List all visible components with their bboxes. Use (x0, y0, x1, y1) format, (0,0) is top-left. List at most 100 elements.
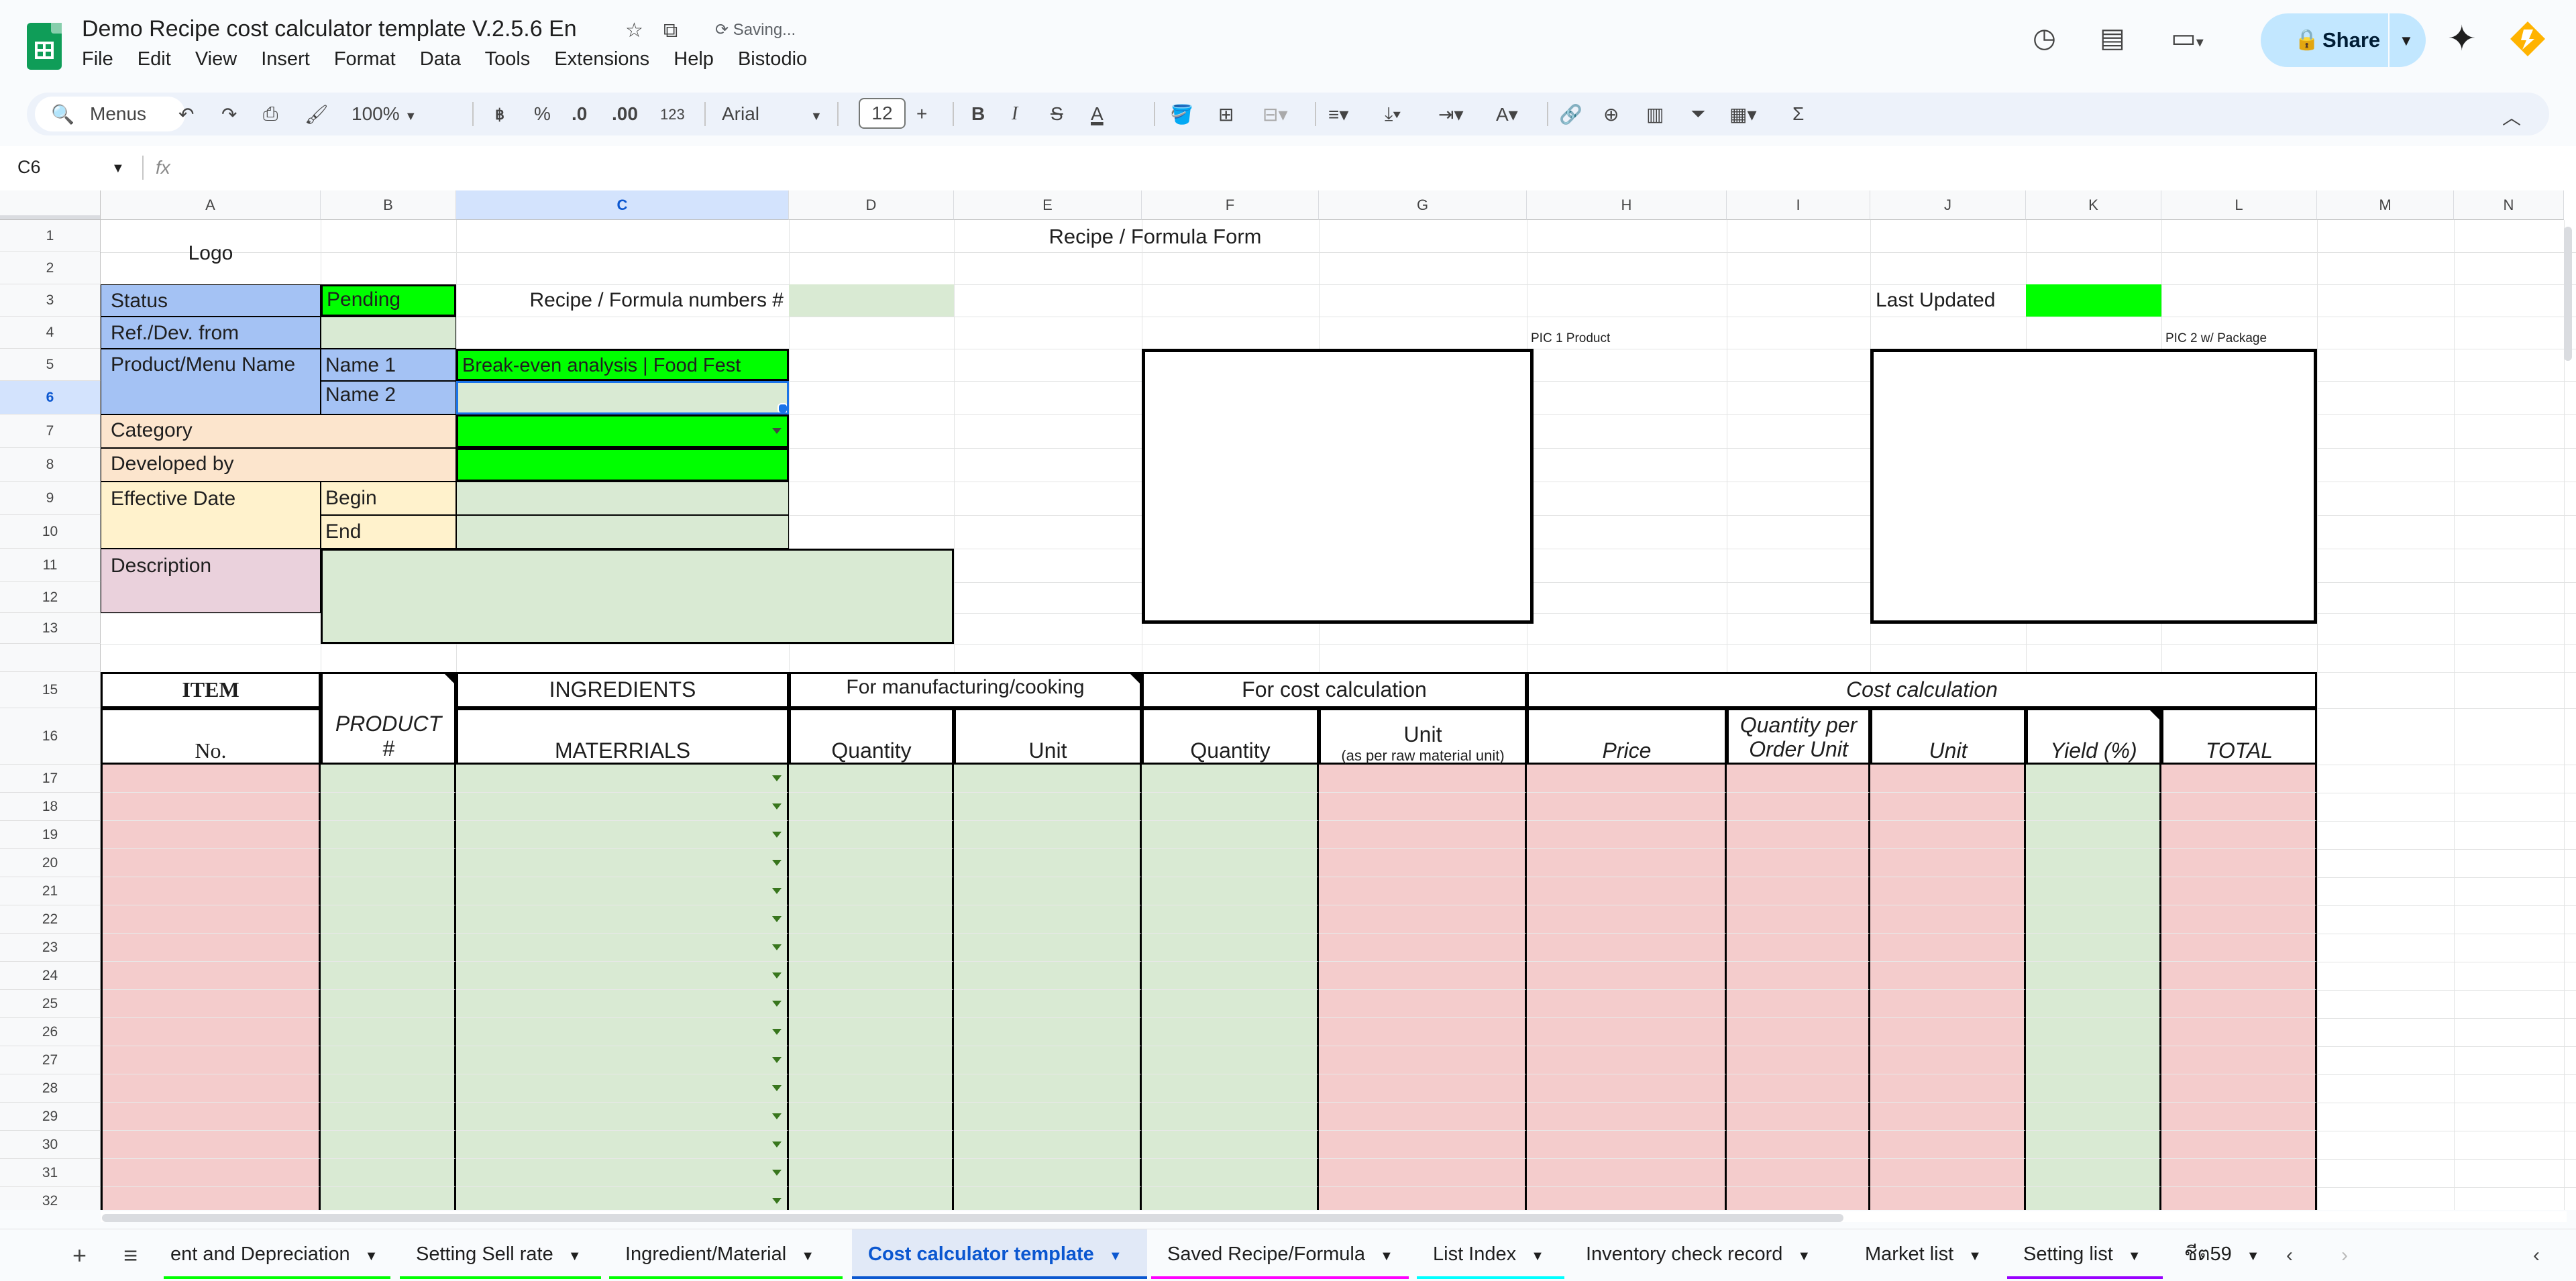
table-cell[interactable] (1142, 1046, 1319, 1074)
table-cell[interactable] (1142, 905, 1319, 934)
text-rotation-icon[interactable]: A▾ (1496, 103, 1518, 125)
developed-by-input[interactable] (456, 448, 789, 482)
table-cell[interactable] (1727, 1187, 1870, 1210)
insert-comment-icon[interactable]: ⊕ (1603, 103, 1619, 125)
table-cell[interactable] (1870, 934, 2026, 962)
dropdown-arrow-icon[interactable] (772, 972, 782, 979)
share-button[interactable]: 🔒 Share ▼ (2261, 13, 2426, 67)
table-cell[interactable] (456, 905, 789, 934)
table-cell[interactable] (789, 793, 954, 821)
tab-dropdown-icon[interactable]: ▼ (1531, 1249, 1544, 1264)
dropdown-arrow-icon[interactable] (772, 859, 782, 866)
product-name-label[interactable]: Product/Menu Name (101, 349, 321, 414)
scroll-tabs-right-icon[interactable]: › (2341, 1244, 2348, 1267)
row-header-16[interactable]: 16 (0, 708, 101, 765)
table-cell[interactable] (456, 793, 789, 821)
table-cell[interactable] (321, 877, 456, 905)
text-wrap-icon[interactable]: ⇥▾ (1438, 103, 1464, 125)
undo-icon[interactable]: ↶ (178, 103, 194, 125)
column-header-j[interactable]: J (1870, 190, 2026, 220)
table-cell[interactable] (954, 1046, 1142, 1074)
table-cell[interactable] (1527, 1131, 1727, 1159)
table-cell[interactable] (954, 1187, 1142, 1210)
table-cell[interactable] (456, 821, 789, 849)
name2-label[interactable]: Name 2 (321, 381, 456, 414)
column-header-a[interactable]: A (101, 190, 321, 220)
table-cell[interactable] (1727, 1018, 1870, 1046)
table-cell[interactable] (1727, 1131, 1870, 1159)
percent-format[interactable]: % (534, 103, 551, 125)
table-cell[interactable] (1142, 1018, 1319, 1046)
tab-dropdown-icon[interactable]: ▼ (365, 1249, 378, 1264)
table-cell[interactable] (954, 821, 1142, 849)
table-cell[interactable] (1870, 1018, 2026, 1046)
row-header-20[interactable]: 20 (0, 849, 101, 877)
vertical-scroll-thumb[interactable] (2564, 227, 2572, 361)
number-format[interactable]: 123 (660, 106, 685, 123)
table-cell[interactable] (789, 1159, 954, 1187)
table-cell[interactable] (1870, 1159, 2026, 1187)
table-cell[interactable] (1527, 765, 1727, 793)
table-cell[interactable] (1142, 765, 1319, 793)
menu-insert[interactable]: Insert (261, 48, 310, 70)
recipe-number-input[interactable] (789, 284, 954, 317)
table-cell[interactable] (2161, 793, 2317, 821)
table-cell[interactable] (1527, 1103, 1727, 1131)
table-cell[interactable] (2026, 962, 2161, 990)
table-cell[interactable] (954, 765, 1142, 793)
row-header-17[interactable]: 17 (0, 765, 101, 793)
table-cell[interactable] (1527, 1046, 1727, 1074)
dropdown-arrow-icon[interactable] (772, 1000, 782, 1007)
version-history-icon[interactable]: ◷ (2033, 23, 2056, 54)
table-cell[interactable] (1727, 1159, 1870, 1187)
column-header-f[interactable]: F (1142, 190, 1319, 220)
sheet-tab[interactable]: ชีต59 ▼ (2168, 1229, 2269, 1279)
table-cell[interactable] (2161, 1103, 2317, 1131)
row-header-30[interactable]: 30 (0, 1131, 101, 1159)
menu-bistodio[interactable]: Bistodio (738, 48, 807, 70)
table-cell[interactable] (101, 793, 321, 821)
table-cell[interactable] (2161, 990, 2317, 1018)
table-cell[interactable] (2161, 1046, 2317, 1074)
table-cell[interactable] (101, 765, 321, 793)
table-cell[interactable] (456, 765, 789, 793)
paint-format-icon[interactable]: 🖌 (305, 103, 329, 125)
menu-format[interactable]: Format (334, 48, 396, 70)
row-header-21[interactable]: 21 (0, 877, 101, 905)
vertical-align-icon[interactable]: ⤓▾ (1385, 103, 1401, 125)
table-cell[interactable] (954, 877, 1142, 905)
dropdown-arrow-icon[interactable] (772, 1056, 782, 1063)
table-cell[interactable] (456, 1159, 789, 1187)
comments-icon[interactable]: ▤ (2100, 23, 2125, 54)
table-cell[interactable] (456, 877, 789, 905)
table-cell[interactable] (1527, 849, 1727, 877)
strikethrough-button[interactable]: S (1051, 103, 1063, 125)
table-cell[interactable] (1319, 1018, 1527, 1046)
table-cell[interactable] (954, 1074, 1142, 1103)
table-cell[interactable] (1142, 1159, 1319, 1187)
table-cell[interactable] (954, 1131, 1142, 1159)
table-cell[interactable] (1319, 849, 1527, 877)
select-all-corner[interactable] (0, 190, 101, 220)
table-cell[interactable] (1527, 821, 1727, 849)
ref-dev-label[interactable]: Ref./Dev. from (101, 317, 321, 349)
menu-view[interactable]: View (195, 48, 237, 70)
table-cell[interactable] (1727, 877, 1870, 905)
table-cell[interactable] (2161, 1018, 2317, 1046)
table-cell[interactable] (1870, 765, 2026, 793)
table-cell[interactable] (101, 990, 321, 1018)
table-cell[interactable] (2026, 821, 2161, 849)
table-cell[interactable] (321, 934, 456, 962)
column-header-d[interactable]: D (789, 190, 954, 220)
table-cell[interactable] (1527, 1187, 1727, 1210)
row-header-9[interactable]: 9 (0, 482, 101, 515)
table-cell[interactable] (321, 1131, 456, 1159)
move-folder-icon[interactable]: ⧉ (663, 19, 678, 42)
sheet-tab[interactable]: Setting list ▼ (2007, 1229, 2163, 1279)
tab-dropdown-icon[interactable]: ▼ (1380, 1249, 1393, 1264)
table-cell[interactable] (1142, 849, 1319, 877)
sheet-tab[interactable]: Inventory check record ▼ (1570, 1229, 1843, 1279)
table-cell[interactable] (1727, 821, 1870, 849)
table-cell[interactable] (456, 934, 789, 962)
table-cell[interactable] (2161, 934, 2317, 962)
